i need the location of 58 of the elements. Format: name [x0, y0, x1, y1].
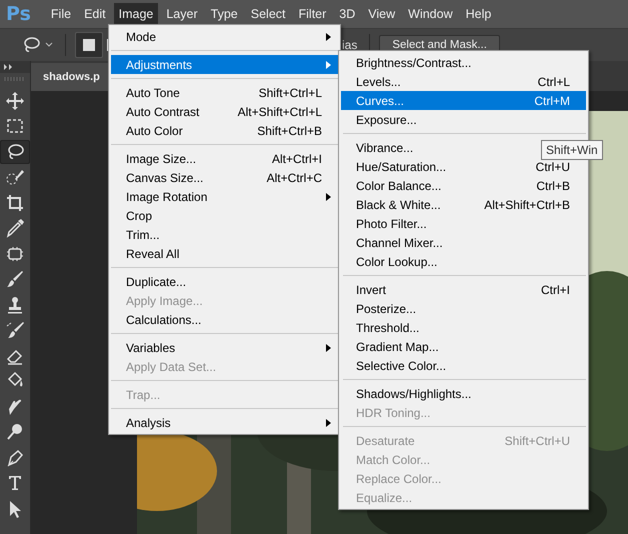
menu-item[interactable]: Trim...	[111, 225, 338, 244]
menu-item[interactable]: Adjustments	[111, 55, 338, 74]
menu-bar-item[interactable]: Layer	[161, 3, 203, 25]
tool-button[interactable]	[0, 140, 30, 164]
move-tool-icon	[5, 90, 25, 111]
menu-item[interactable]: Color Lookup...	[341, 252, 586, 271]
menu-item[interactable]: Hue/Saturation... Ctrl+U	[341, 157, 586, 176]
menu-item[interactable]: Image Rotation	[111, 187, 338, 206]
menu-bar-item[interactable]: Edit	[79, 3, 111, 25]
new-selection-button[interactable]	[75, 32, 103, 58]
tooltip: Shift+Win	[541, 140, 603, 160]
menu-item[interactable]: Analysis	[111, 413, 338, 432]
menu-bar-item[interactable]: Filter	[294, 3, 332, 25]
menu-item[interactable]: Shadows/Highlights...	[341, 384, 586, 403]
menu-bar-item[interactable]: Select	[246, 3, 290, 25]
quick-select-tool-icon	[5, 167, 25, 188]
app-logo: Ps	[6, 3, 31, 25]
menu-bar-item[interactable]: Window	[403, 3, 458, 25]
menu-bar-item[interactable]: 3D	[334, 3, 360, 25]
menu-item[interactable]: Channel Mixer...	[341, 233, 586, 252]
dodge-tool-icon	[5, 422, 25, 442]
menu-bar-item[interactable]: Type	[206, 3, 243, 25]
collapse-icon[interactable]	[4, 64, 13, 70]
menu-item[interactable]: Reveal All	[111, 244, 338, 263]
history-brush-tool-icon	[5, 320, 25, 340]
menu-item[interactable]: Color Balance... Ctrl+B	[341, 176, 586, 195]
menu-bar-item[interactable]: View	[363, 3, 400, 25]
brush-tool-icon	[5, 269, 25, 290]
grip-icon[interactable]	[4, 77, 26, 81]
menu-item[interactable]: Auto Contrast Alt+Shift+Ctrl+L	[111, 102, 338, 121]
crop-tool-icon	[5, 192, 25, 213]
caret-icon[interactable]	[45, 42, 53, 48]
menu-item[interactable]: Brightness/Contrast...	[341, 53, 586, 72]
menu-item[interactable]: Auto Color Shift+Ctrl+B	[111, 121, 338, 140]
menu-item[interactable]: Variables	[111, 338, 338, 357]
menu-bar-item[interactable]: Help	[460, 3, 496, 25]
menu-item[interactable]: Black & White... Alt+Shift+Ctrl+B	[341, 195, 586, 214]
menu-bar-item[interactable]: Image	[114, 3, 158, 25]
menu-item[interactable]: Canvas Size... Alt+Ctrl+C	[111, 168, 338, 187]
menu-item[interactable]: Duplicate...	[111, 272, 338, 291]
menu-item[interactable]: Mode	[111, 27, 338, 46]
menu-item[interactable]: Image Size... Alt+Ctrl+I	[111, 149, 338, 168]
menu-bar-item[interactable]: File	[46, 3, 76, 25]
menu-item[interactable]: Posterize...	[341, 299, 586, 318]
menu-item[interactable]: Invert Ctrl+I	[341, 280, 586, 299]
menu-item[interactable]: Threshold...	[341, 318, 586, 337]
menu-item[interactable]: Exposure...	[341, 110, 586, 129]
option-label: ias	[342, 38, 358, 52]
menu-item[interactable]: Gradient Map...	[341, 337, 586, 356]
menu-item[interactable]: Photo Filter...	[341, 214, 586, 233]
menu-item[interactable]: Levels... Ctrl+L	[341, 72, 586, 91]
menu-item[interactable]: Curves... Ctrl+M	[341, 91, 586, 110]
menu-item[interactable]: Crop	[111, 206, 338, 225]
pen-tool-icon	[5, 448, 25, 468]
menu-item[interactable]: Selective Color...	[341, 356, 586, 375]
menu-item[interactable]: Calculations...	[111, 310, 338, 329]
eyedropper-tool-icon	[5, 218, 25, 238]
stamp-tool-icon	[5, 294, 25, 315]
